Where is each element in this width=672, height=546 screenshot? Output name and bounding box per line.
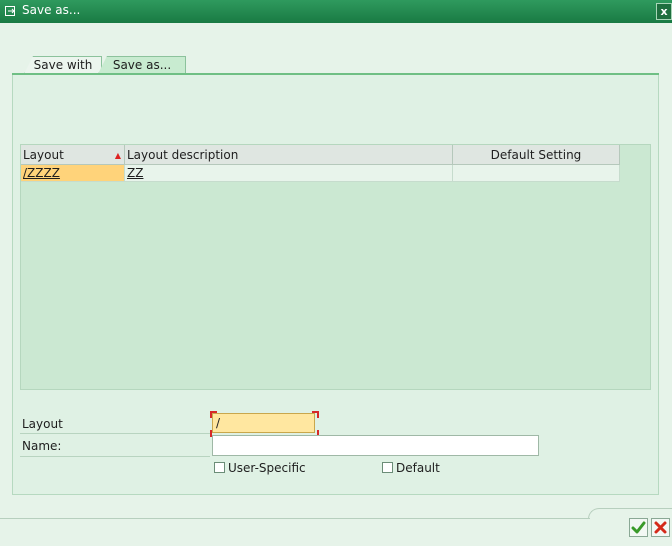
column-header-default-setting[interactable]: Default Setting xyxy=(453,145,620,164)
table-header: Layout ▲ Layout description Default Sett… xyxy=(21,145,620,165)
tab-save-with[interactable]: Save with xyxy=(24,56,102,74)
default-checkbox[interactable] xyxy=(382,462,393,473)
column-header-layout-description[interactable]: Layout description xyxy=(125,145,453,164)
footer-divider xyxy=(0,518,590,519)
name-input[interactable] xyxy=(212,435,539,456)
cell-layout[interactable]: /ZZZZ xyxy=(21,165,125,181)
window-title: Save as... xyxy=(22,3,81,17)
focus-corner-top-right xyxy=(312,411,319,418)
confirm-button[interactable] xyxy=(629,518,648,537)
column-header-description-label: Layout description xyxy=(127,148,239,162)
column-header-layout-label: Layout xyxy=(23,148,64,162)
column-header-layout[interactable]: Layout ▲ xyxy=(21,145,125,164)
tab-save-with-label: Save with xyxy=(33,58,93,72)
name-field-label: Name: xyxy=(22,439,62,453)
layout-label-underline xyxy=(20,433,210,434)
user-specific-label: User-Specific xyxy=(228,461,306,475)
close-icon: x xyxy=(660,5,668,18)
save-as-icon xyxy=(5,6,15,16)
name-label-underline xyxy=(20,456,210,457)
checkmark-icon xyxy=(631,521,646,534)
column-header-default-label: Default Setting xyxy=(490,148,582,162)
cancel-icon xyxy=(654,521,667,534)
tab-save-as-label: Save as... xyxy=(112,58,172,72)
default-label: Default xyxy=(396,461,440,475)
close-button[interactable]: x xyxy=(656,3,672,20)
layout-input[interactable] xyxy=(212,413,315,433)
focus-corner-top-left xyxy=(210,411,217,418)
sort-ascending-icon: ▲ xyxy=(114,151,121,160)
layout-field-label: Layout xyxy=(22,417,63,431)
user-specific-checkbox[interactable] xyxy=(214,462,225,473)
title-bar: Save as... x xyxy=(0,0,672,23)
cell-default-setting[interactable] xyxy=(453,165,620,181)
cancel-button[interactable] xyxy=(651,518,670,537)
cell-layout-description[interactable]: ZZ xyxy=(125,165,453,181)
layout-table: Layout ▲ Layout description Default Sett… xyxy=(20,144,651,390)
tab-save-as[interactable]: Save as... xyxy=(98,56,186,74)
table-row[interactable]: /ZZZZ ZZ xyxy=(21,165,620,182)
